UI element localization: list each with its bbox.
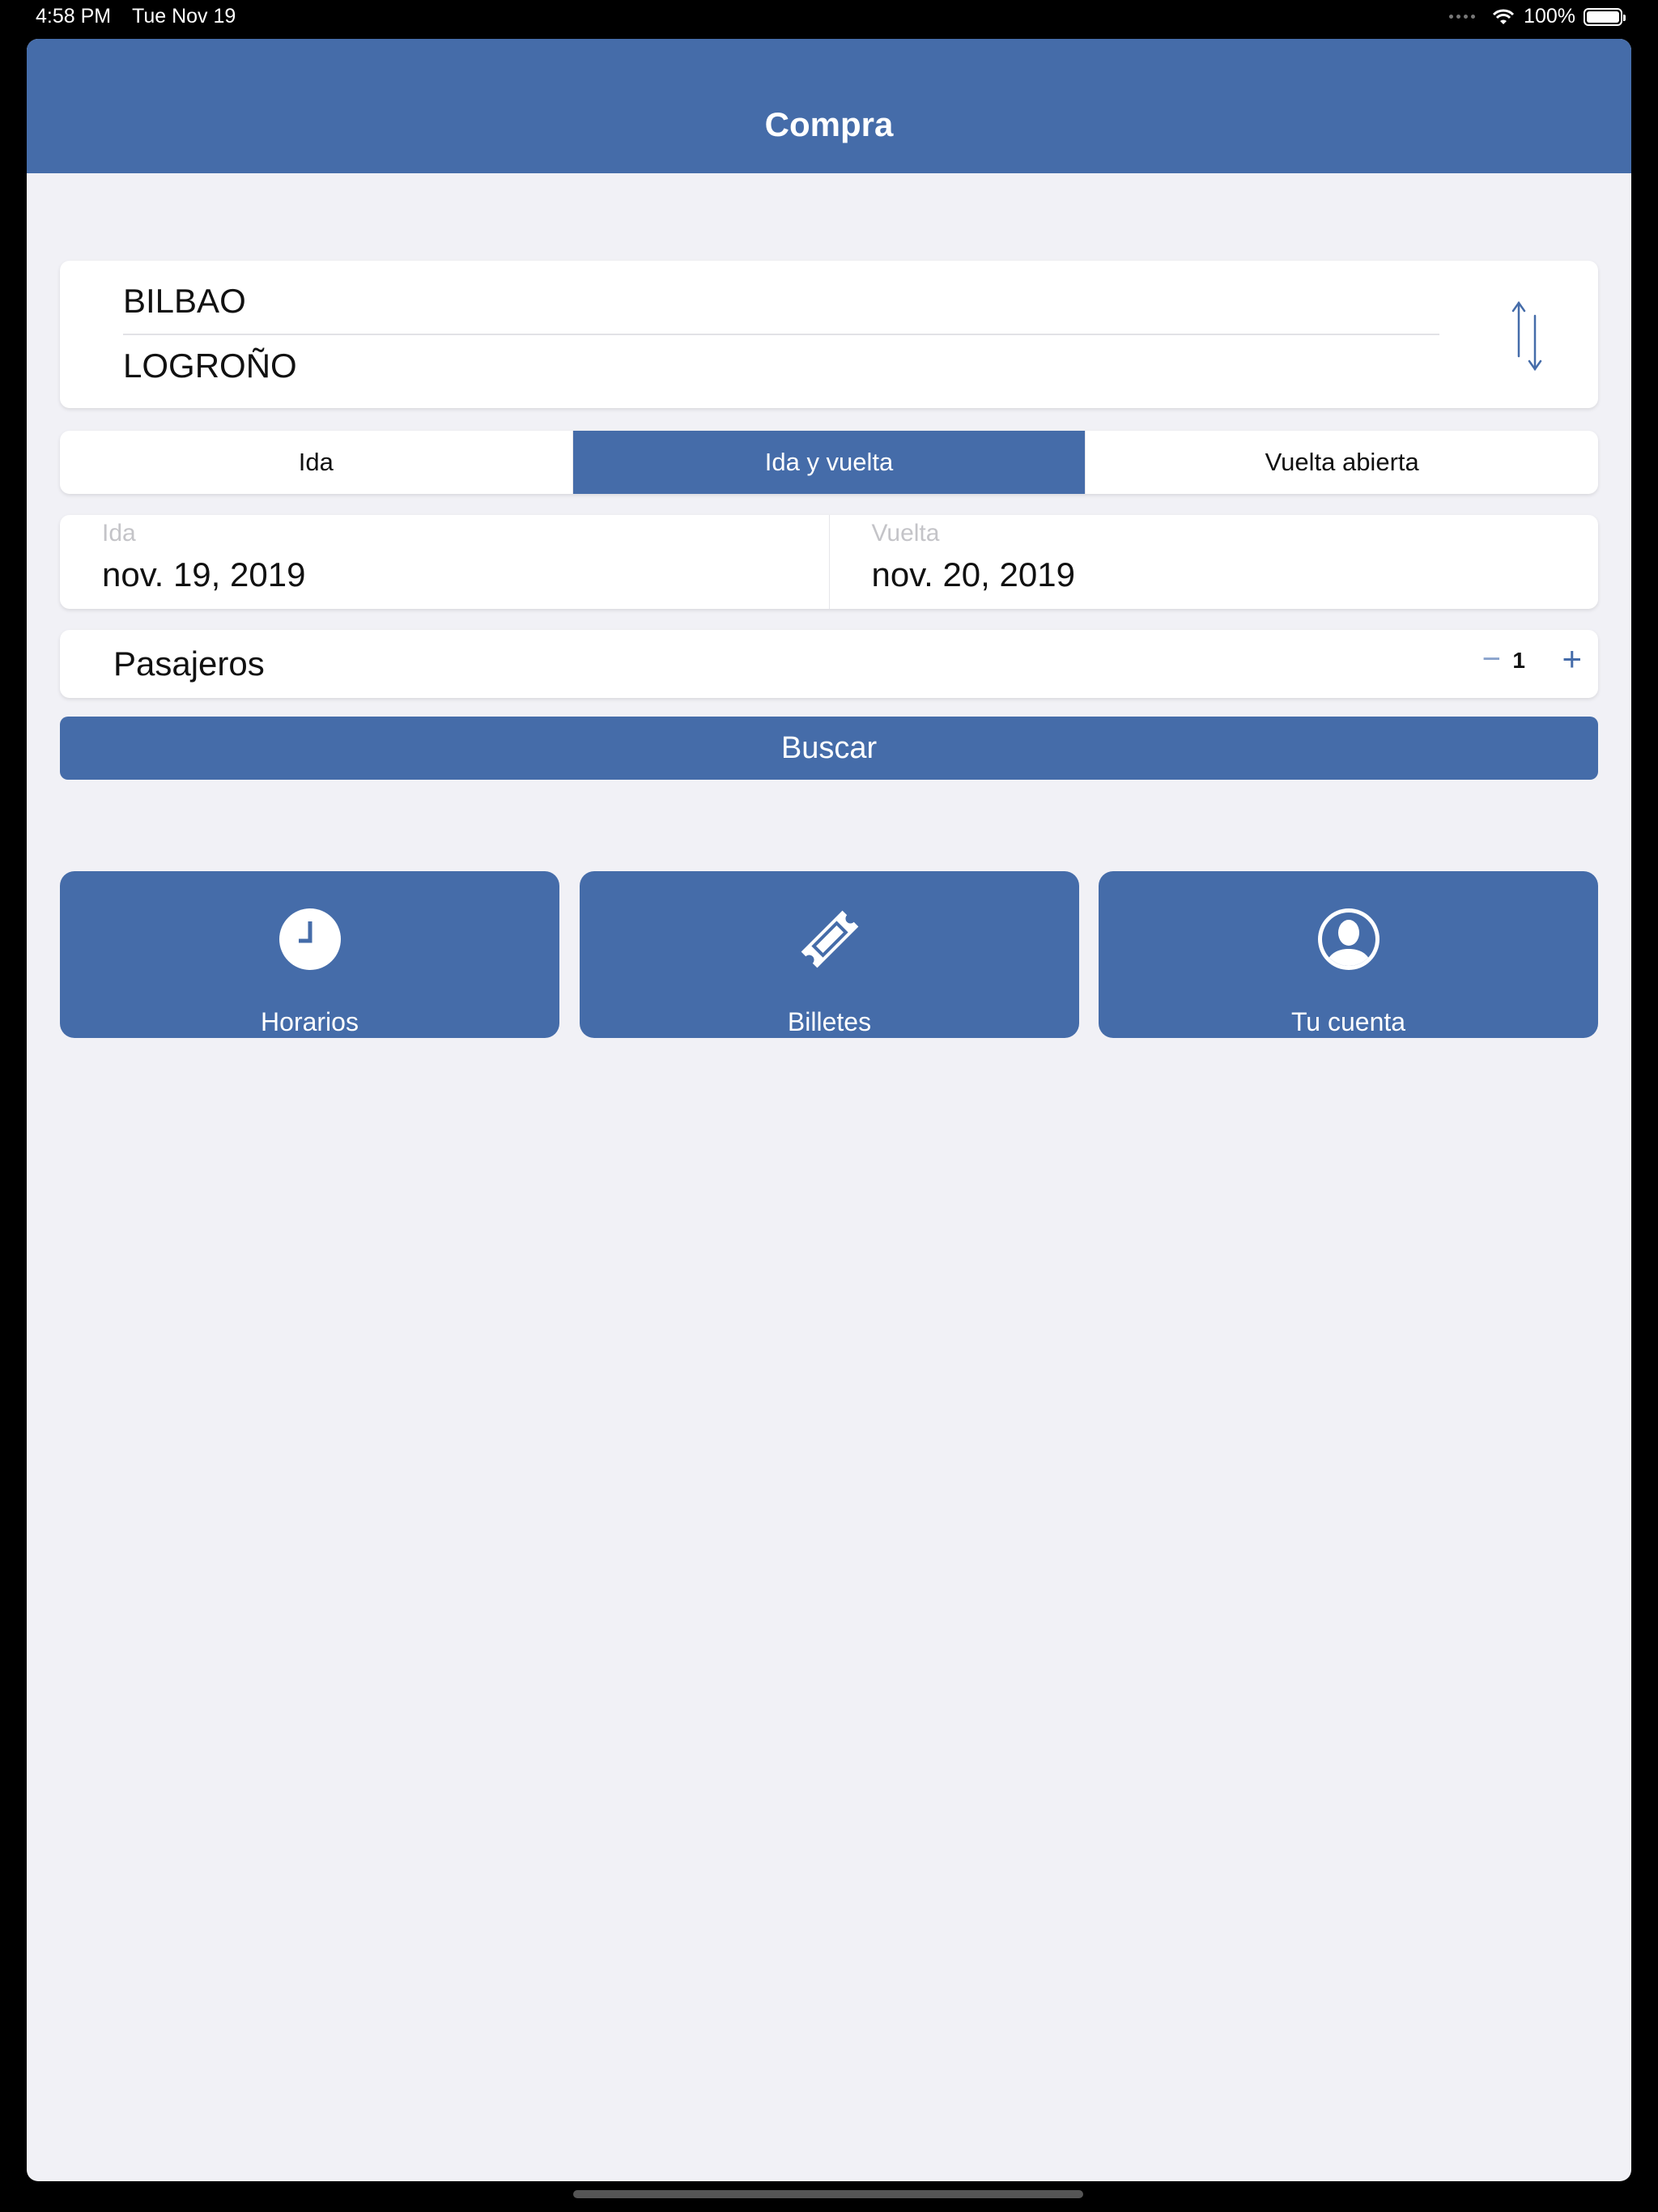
passengers-label: Pasajeros (113, 644, 265, 683)
origin-station-field[interactable]: BILBAO (123, 282, 246, 321)
return-date-label: Vuelta (871, 520, 940, 547)
trip-type-ida-y-vuelta[interactable]: Ida y vuelta (572, 431, 1086, 494)
navigation-bar: Compra (27, 39, 1631, 173)
home-indicator[interactable] (573, 2190, 1083, 2198)
trip-type-ida[interactable]: Ida (60, 431, 573, 494)
ticket-icon (801, 910, 858, 968)
status-time: 4:58 PM (36, 5, 112, 28)
passenger-count: 1 (1512, 648, 1525, 673)
swap-vertical-arrows-icon[interactable] (1507, 300, 1548, 372)
route-divider (123, 334, 1439, 335)
outbound-date-value: nov. 19, 2019 (102, 555, 306, 593)
return-date-field[interactable]: Vuelta nov. 20, 2019 (830, 515, 1599, 609)
tu-cuenta-tile-button[interactable]: Tu cuenta (1099, 871, 1598, 1038)
battery-percent: 100% (1524, 5, 1575, 28)
outbound-date-label: Ida (102, 520, 136, 547)
billetes-tile-button[interactable]: Billetes (580, 871, 1079, 1038)
dates-card: Ida nov. 19, 2019 Vuelta nov. 20, 2019 (60, 515, 1598, 609)
horarios-label: Horarios (261, 1007, 359, 1036)
increment-passengers-button[interactable]: + (1562, 640, 1582, 678)
battery-icon (1584, 7, 1626, 26)
route-card: BILBAO LOGROÑO (60, 261, 1598, 408)
tu-cuenta-label: Tu cuenta (1290, 1007, 1406, 1036)
clock-icon (278, 908, 341, 970)
page-title: Compra (764, 105, 894, 143)
status-date: Tue Nov 19 (132, 5, 236, 28)
trip-type-vuelta-abierta[interactable]: Vuelta abierta (1086, 431, 1598, 494)
return-date-value: nov. 20, 2019 (871, 555, 1075, 593)
trip-type-segmented-control: Ida Ida y vuelta Vuelta abierta (60, 431, 1598, 494)
status-bar: 4:58 PM Tue Nov 19 100% (0, 0, 1658, 39)
wifi-icon (1492, 9, 1515, 24)
app-screen: Compra BILBAO LOGROÑO Ida Ida y vuelta V… (27, 39, 1631, 2181)
decrement-passengers-button[interactable]: − (1482, 641, 1501, 678)
passengers-row: Pasajeros − 1 + (60, 630, 1598, 698)
user-account-icon (1317, 908, 1380, 970)
billetes-label: Billetes (787, 1007, 872, 1036)
search-button[interactable]: Buscar (60, 717, 1598, 780)
outbound-date-field[interactable]: Ida nov. 19, 2019 (60, 515, 830, 609)
horarios-tile-button[interactable]: Horarios (60, 871, 559, 1038)
status-right: 100% (1449, 5, 1626, 28)
cellular-dots-icon (1449, 15, 1476, 19)
destination-station-field[interactable]: LOGROÑO (123, 347, 297, 385)
